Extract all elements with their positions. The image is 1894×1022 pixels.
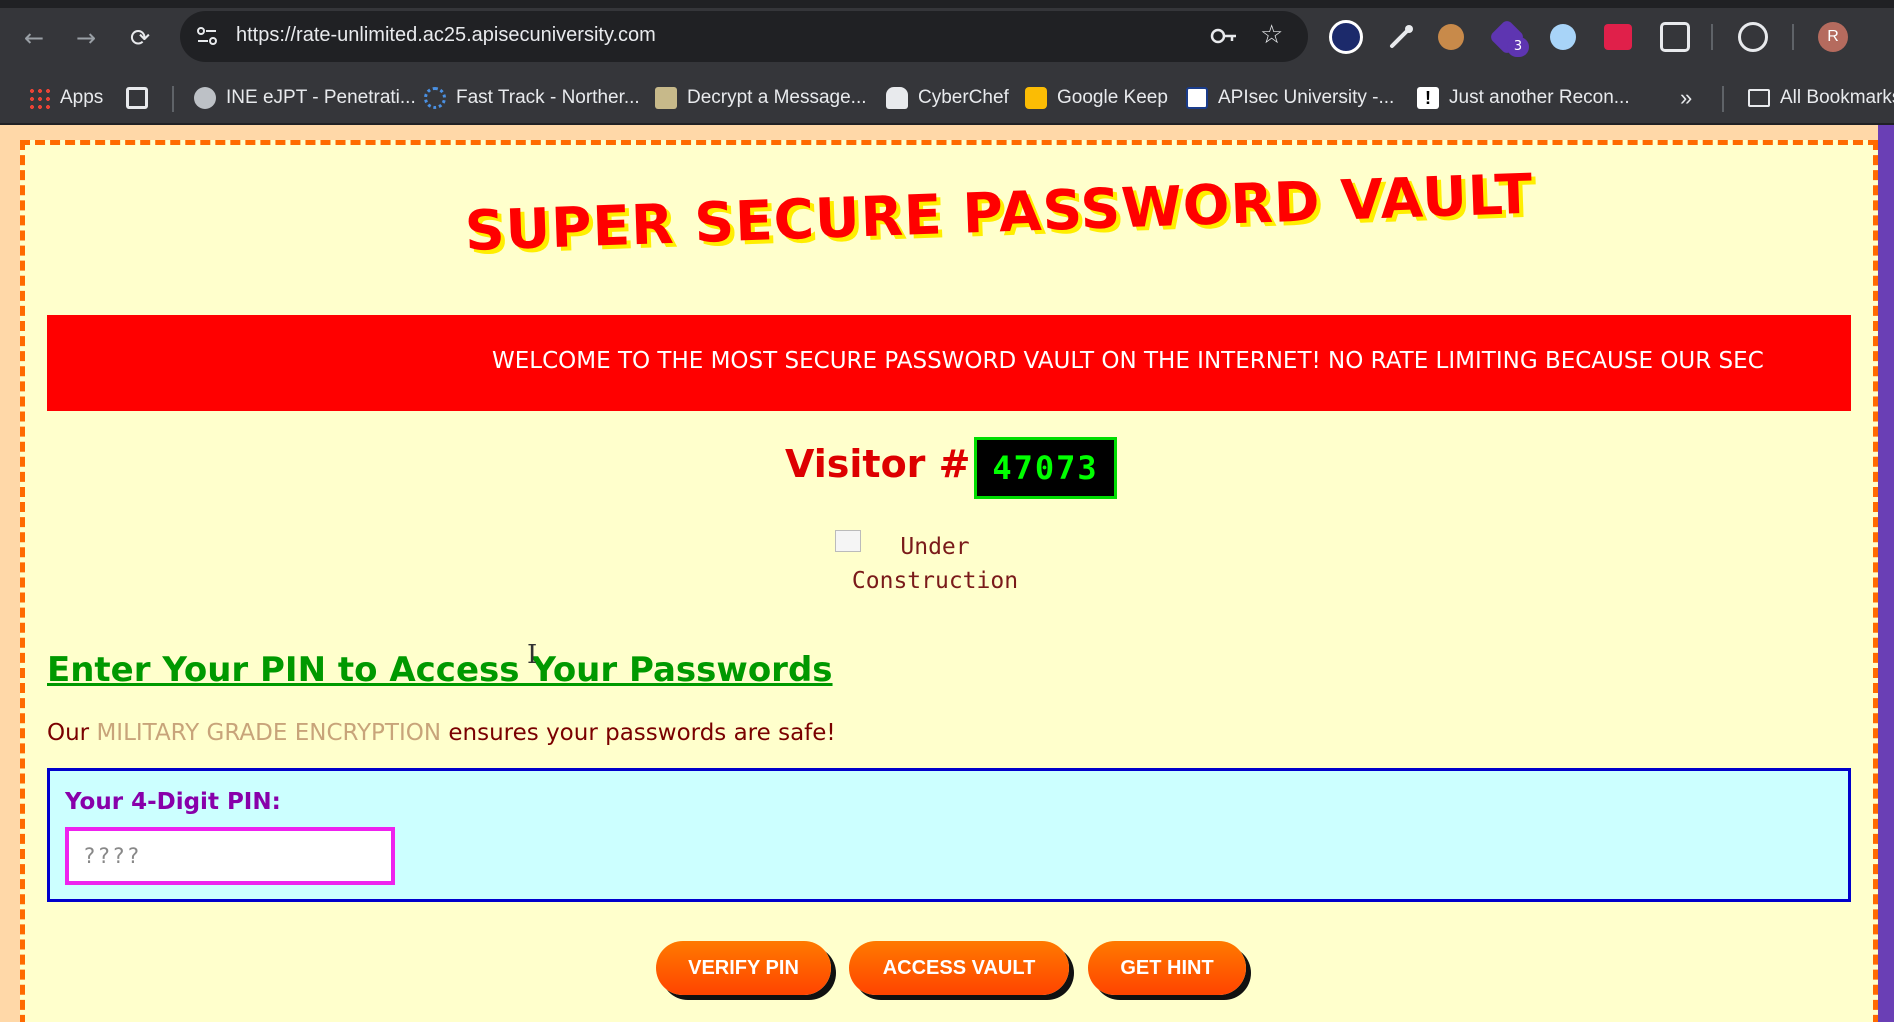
tab-strip [0, 0, 1894, 8]
image-alt-line: Construction [851, 568, 1019, 594]
bookmark-label: CyberChef [918, 87, 1009, 108]
bookmark-decrypt[interactable]: Decrypt a Message... [655, 85, 867, 111]
extension-mendeley-icon[interactable] [1604, 24, 1632, 50]
page-title: SUPER SECURE PASSWORD VAULT [463, 161, 1535, 263]
tab-groups-icon[interactable] [126, 85, 148, 111]
extension-badge: 3 [1507, 37, 1529, 57]
bookmark-label: All Bookmarks [1780, 87, 1894, 108]
bookmarks-bar: Apps INE eJPT - Penetrati... Fast Track … [0, 74, 1894, 124]
extension-eyedropper-icon[interactable] [1384, 20, 1418, 54]
bookmark-label: Apps [60, 87, 104, 108]
bookmark-recon[interactable]: ! Just another Recon... [1417, 85, 1630, 111]
page-viewport: SUPER SECURE PASSWORD VAULT WELCOME TO T… [0, 125, 1894, 1022]
chef-hat-icon [886, 87, 908, 109]
page-scrollbar[interactable] [1878, 125, 1894, 1022]
address-bar[interactable]: https://rate-unlimited.ac25.apisecuniver… [180, 11, 1308, 62]
pin-section-heading: Enter Your PIN to Access Your Passwords [47, 650, 833, 690]
access-vault-button[interactable]: ACCESS VAULT [849, 941, 1069, 995]
password-key-icon[interactable] [1210, 23, 1238, 49]
bookmarks-separator [172, 86, 174, 112]
exclamation-icon: ! [1417, 87, 1439, 109]
apps-grid-icon [28, 87, 50, 109]
bookmark-apisec[interactable]: APIsec University -... [1186, 85, 1394, 111]
globe-icon [194, 87, 216, 109]
encryption-notice: Our MILITARY GRADE ENCRYPTION ensures yo… [47, 720, 836, 746]
notice-highlight: MILITARY GRADE ENCRYPTION [96, 720, 442, 746]
visitor-counter: 47073 [974, 437, 1117, 499]
extension-moon-icon[interactable] [1329, 20, 1363, 54]
history-icon[interactable] [1738, 22, 1768, 52]
more-bookmarks-button[interactable]: » [1680, 85, 1692, 111]
bookmark-label: Decrypt a Message... [687, 87, 867, 108]
forward-arrow-icon[interactable]: → [71, 23, 101, 53]
profile-avatar[interactable]: R [1818, 22, 1848, 52]
toolbar-separator [1711, 24, 1713, 50]
grid-icon [126, 87, 148, 109]
bookmarks-separator [1722, 86, 1724, 112]
reload-icon[interactable]: ⟳ [125, 23, 155, 53]
folder-icon [1748, 89, 1770, 107]
bookmark-label: Google Keep [1057, 87, 1168, 108]
bookmark-label: Fast Track - Norther... [456, 87, 640, 108]
chevron-double-right-icon: » [1680, 85, 1693, 110]
welcome-marquee: WELCOME TO THE MOST SECURE PASSWORD VAUL… [47, 315, 1851, 411]
vault-container: SUPER SECURE PASSWORD VAULT WELCOME TO T… [20, 140, 1878, 1022]
bookmark-all-bookmarks[interactable]: All Bookmarks [1748, 85, 1894, 111]
bookmark-fast-track[interactable]: Fast Track - Norther... [424, 85, 640, 111]
gear-star-icon [424, 87, 446, 109]
extensions-puzzle-icon[interactable] [1660, 22, 1690, 52]
back-arrow-icon[interactable]: ← [19, 23, 49, 53]
bookmark-label: APIsec University -... [1218, 87, 1395, 108]
bookmark-label: INE eJPT - Penetrati... [226, 87, 416, 108]
bookmark-cyberchef[interactable]: CyberChef [886, 85, 1009, 111]
pin-label: Your 4-Digit PIN: [65, 789, 281, 815]
site-settings-icon[interactable] [194, 23, 220, 49]
image-icon [655, 87, 677, 109]
bookmark-google-keep[interactable]: Google Keep [1025, 85, 1168, 111]
bookmark-apps[interactable]: Apps [28, 85, 103, 111]
verify-pin-button[interactable]: VERIFY PIN [656, 941, 831, 995]
pin-input[interactable] [65, 827, 395, 885]
bookmark-star-icon[interactable]: ☆ [1260, 20, 1283, 50]
url-text[interactable]: https://rate-unlimited.ac25.apisecuniver… [236, 24, 656, 47]
keep-icon [1025, 87, 1047, 109]
toolbar-separator [1792, 24, 1794, 50]
pin-form: Your 4-Digit PIN: [47, 768, 1851, 902]
text-cursor-icon: I [527, 640, 538, 670]
notice-text: Our [47, 720, 97, 746]
browser-toolbar: ← → ⟳ https://rate-unlimited.ac25.apisec… [0, 0, 1894, 74]
apisec-icon [1186, 87, 1208, 109]
under-construction-image: Under Construction [835, 530, 1035, 600]
marquee-text: WELCOME TO THE MOST SECURE PASSWORD VAUL… [492, 348, 1764, 374]
image-alt-text: Under Construction [835, 530, 1035, 598]
bookmark-ine[interactable]: INE eJPT - Penetrati... [194, 85, 416, 111]
get-hint-button[interactable]: GET HINT [1088, 941, 1246, 995]
image-alt-line: Under [900, 534, 970, 560]
notice-text: ensures your passwords are safe! [441, 720, 836, 746]
visitor-label: Visitor #: [785, 442, 986, 486]
extension-cookie-icon[interactable] [1438, 24, 1464, 50]
extension-circle-icon[interactable] [1550, 24, 1576, 50]
bookmark-label: Just another Recon... [1449, 87, 1630, 108]
